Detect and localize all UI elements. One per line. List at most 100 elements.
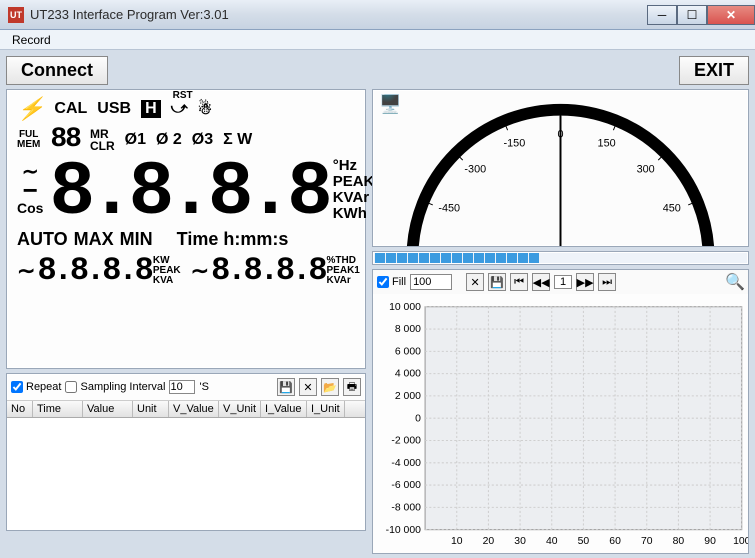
window-buttons: ─ ☐ ✕ xyxy=(647,5,755,25)
nav-next-icon[interactable]: ▶▶ xyxy=(576,273,594,291)
lcd-main-digits: 8.8.8.8 xyxy=(49,161,326,225)
lcd-display: CAL USB H RST⤻ ☃ FUL MEM 88 MR xyxy=(6,89,366,369)
column-header[interactable]: Unit xyxy=(133,401,169,417)
window-title: UT233 Interface Program Ver:3.01 xyxy=(30,7,229,22)
lcd-usb: USB xyxy=(97,100,131,118)
gauge-tick-label: 300 xyxy=(637,164,655,176)
chart-save-icon[interactable]: 💾 xyxy=(488,273,506,291)
lcd-unit-deg: °Hz xyxy=(333,158,375,174)
lcd-min: MIN xyxy=(120,229,153,250)
open-icon[interactable]: 📂 xyxy=(321,378,339,396)
lcd-time: Time h:mm:s xyxy=(177,229,289,250)
chart-y-tick: 4 000 xyxy=(395,369,421,380)
sampling-unit-label: 'S xyxy=(199,381,208,393)
lcd-sub2-tilde: ∼ xyxy=(191,258,209,284)
maximize-button[interactable]: ☐ xyxy=(677,5,707,25)
lcd-cal: CAL xyxy=(54,100,87,118)
column-header[interactable]: V_Value xyxy=(169,401,219,417)
progress-segment xyxy=(496,253,506,263)
lcd-neg-icon: − xyxy=(23,181,38,199)
progress-bar xyxy=(372,251,749,265)
column-header[interactable]: Value xyxy=(83,401,133,417)
connect-button[interactable]: Connect xyxy=(6,56,108,85)
progress-segment xyxy=(474,253,484,263)
titlebar: UT UT233 Interface Program Ver:3.01 ─ ☐ … xyxy=(0,0,755,30)
chart-x-tick: 40 xyxy=(546,536,558,547)
nav-first-icon[interactable]: ⏮ xyxy=(510,273,528,291)
zoom-input[interactable] xyxy=(410,274,452,290)
repeat-checkbox[interactable]: Repeat xyxy=(11,381,61,393)
lcd-unit-peak: PEAK xyxy=(333,174,375,190)
lcd-sub1-u2: PEAK xyxy=(153,266,181,276)
chart-toolbar: Fill ✕ 💾 ⏮ ◀◀ ▶▶ ⏭ 🔍 xyxy=(373,270,748,294)
column-header[interactable]: I_Value xyxy=(261,401,307,417)
chart-x-tick: 60 xyxy=(609,536,621,547)
gauge-tick-label: -150 xyxy=(504,138,526,150)
minimize-button[interactable]: ─ xyxy=(647,5,677,25)
progress-segment xyxy=(529,253,539,263)
connection-icon: 🖥️ xyxy=(379,94,401,115)
sampling-interval-input[interactable] xyxy=(169,380,195,394)
progress-segment xyxy=(397,253,407,263)
chart-y-tick: -8 000 xyxy=(391,503,421,514)
progress-segment xyxy=(485,253,495,263)
chart-x-tick: 90 xyxy=(704,536,716,547)
app-icon: UT xyxy=(8,7,24,23)
chart-y-tick: -6 000 xyxy=(391,480,421,491)
fill-checkbox[interactable]: Fill xyxy=(377,276,406,288)
page-input[interactable] xyxy=(554,275,572,289)
progress-segment xyxy=(386,253,396,263)
lcd-mr: MR xyxy=(90,128,115,140)
menubar: Record xyxy=(0,30,755,50)
chart-x-tick: 100 xyxy=(733,536,748,547)
chart-y-tick: 8 000 xyxy=(395,324,421,335)
chart-x-tick: 20 xyxy=(483,536,495,547)
column-header[interactable]: Time xyxy=(33,401,83,417)
lcd-sumw: Σ W xyxy=(223,131,252,149)
progress-segment xyxy=(430,253,440,263)
records-table-body xyxy=(7,418,365,530)
lcd-h-icon: H xyxy=(141,100,161,118)
lcd-cos: Cos xyxy=(17,199,43,217)
column-header[interactable]: I_Unit xyxy=(307,401,345,417)
progress-segment xyxy=(463,253,473,263)
exit-button[interactable]: EXIT xyxy=(679,56,749,85)
lcd-sub1-u3: KVA xyxy=(153,276,181,286)
zoom-icon[interactable]: 🔍 xyxy=(726,273,744,291)
progress-segment xyxy=(452,253,462,263)
chart-delete-icon[interactable]: ✕ xyxy=(466,273,484,291)
chart-y-tick: 6 000 xyxy=(395,346,421,357)
camera-icon: ☃ xyxy=(198,99,212,119)
records-toolbar: Repeat Sampling Interval 'S 💾 ✕ 📂 🖶 xyxy=(7,374,365,401)
chart-y-tick: -10 000 xyxy=(386,525,422,536)
chart-x-tick: 70 xyxy=(641,536,653,547)
nav-last-icon[interactable]: ⏭ xyxy=(598,273,616,291)
delete-icon[interactable]: ✕ xyxy=(299,378,317,396)
progress-segment xyxy=(408,253,418,263)
lcd-rst: RST⤻ xyxy=(171,100,188,118)
chart-y-tick: 0 xyxy=(415,413,421,424)
chart-x-tick: 50 xyxy=(578,536,590,547)
chart-x-tick: 30 xyxy=(514,536,526,547)
menu-record[interactable]: Record xyxy=(4,31,59,49)
close-button[interactable]: ✕ xyxy=(707,5,755,25)
lcd-o3: Ø3 xyxy=(192,131,213,149)
chart-y-tick: -2 000 xyxy=(391,436,421,447)
save-icon[interactable]: 💾 xyxy=(277,378,295,396)
nav-prev-icon[interactable]: ◀◀ xyxy=(532,273,550,291)
lcd-sub1-u1: KW xyxy=(153,256,181,266)
sampling-checkbox[interactable]: Sampling Interval xyxy=(65,381,165,393)
lcd-sub1-digits: 8.8.8.8 xyxy=(37,252,150,289)
progress-segment xyxy=(518,253,528,263)
lcd-o2: Ø 2 xyxy=(156,131,182,149)
column-header[interactable]: No xyxy=(7,401,33,417)
print-icon[interactable]: 🖶 xyxy=(343,378,361,396)
toolbar: Connect EXIT xyxy=(6,56,749,85)
lcd-o1: Ø1 xyxy=(125,131,146,149)
chart-y-tick: 2 000 xyxy=(395,391,421,402)
column-header[interactable]: V_Unit xyxy=(219,401,261,417)
records-panel: Repeat Sampling Interval 'S 💾 ✕ 📂 🖶 NoTi… xyxy=(6,373,366,531)
progress-segment xyxy=(375,253,385,263)
chart-area[interactable]: -10 000-8 000-6 000-4 000-2 00002 0004 0… xyxy=(373,298,748,553)
bolt-icon xyxy=(17,96,44,122)
